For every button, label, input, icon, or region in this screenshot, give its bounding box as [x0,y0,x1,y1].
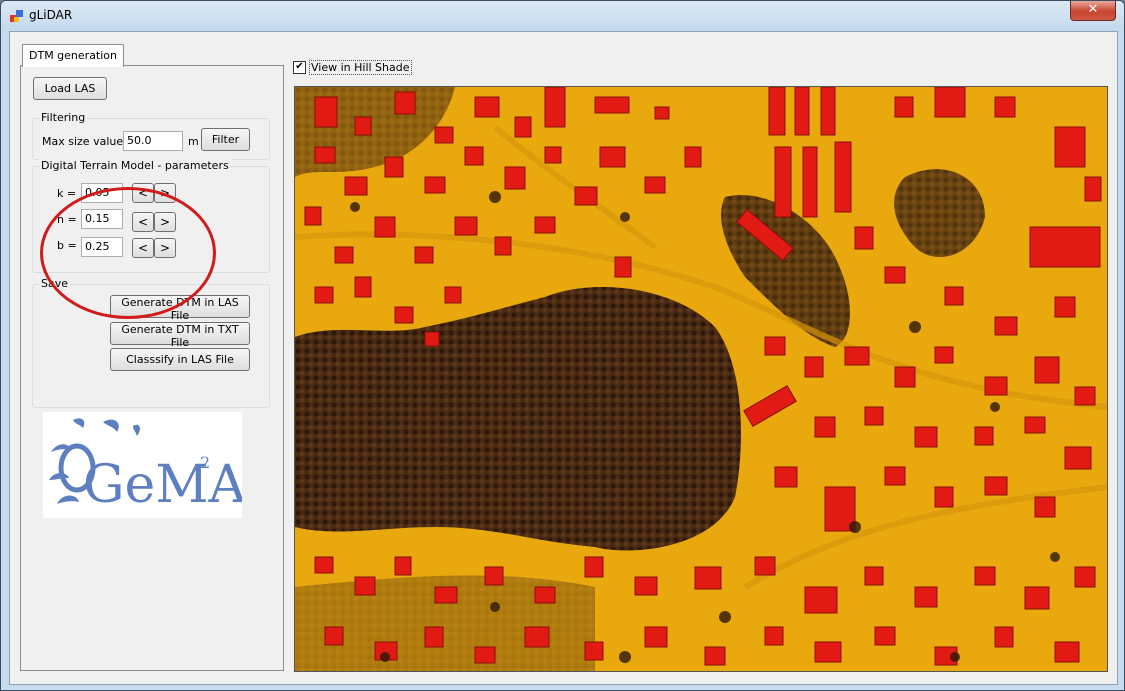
param-k-decrement[interactable]: < [132,183,154,203]
param-b-input[interactable]: 0.25 [81,237,123,257]
param-n-increment[interactable]: > [154,212,176,232]
filtering-group-label: Filtering [39,111,88,124]
lidar-map-image [295,87,1107,671]
lidar-map-view[interactable] [294,86,1108,672]
load-las-button[interactable]: Load LAS [33,77,107,100]
hill-shade-checkbox[interactable]: ✔ [293,61,306,74]
logo-text: GeMA [83,455,242,515]
filter-button[interactable]: Filter [201,128,250,151]
gema-logo: GeMA 2 [43,412,248,518]
window-title: gLiDAR [29,8,73,22]
param-b-increment[interactable]: > [154,238,176,258]
tab-dtm-generation[interactable]: DTM generation [22,44,124,67]
param-k-input[interactable]: 0.05 [81,183,123,203]
param-n-input[interactable]: 0.15 [81,209,123,229]
app-icon [10,10,23,22]
param-n-decrement[interactable]: < [132,212,154,232]
title-bar[interactable]: gLiDAR ✕ [1,1,1124,31]
max-size-label: Max size value [42,135,124,148]
dtm-parameters-label: Digital Terrain Model - parameters [39,159,231,172]
param-k-increment[interactable]: > [154,183,176,203]
generate-dtm-txt-button[interactable]: Generate DTM in TXT File [110,322,250,349]
dtm-parameters-group: Digital Terrain Model - parameters k = 0… [32,159,270,273]
hill-shade-label[interactable]: View in Hill Shade [309,60,412,75]
classify-las-button[interactable]: Classsify in LAS File [110,348,250,371]
save-group: Save Generate DTM in LAS File Generate D… [32,277,270,408]
param-n-label: n = [57,213,77,226]
param-b-label: b = [57,239,77,252]
generate-dtm-las-button[interactable]: Generate DTM in LAS File [110,295,250,322]
close-button[interactable]: ✕ [1070,1,1116,21]
logo-superscript: 2 [200,453,210,472]
param-b-decrement[interactable]: < [132,238,154,258]
max-size-input[interactable]: 50.0 [123,131,183,151]
unit-label: m [188,135,199,148]
param-k-label: k = [57,187,77,200]
filtering-group: Filtering Max size value 50.0 m Filter [32,111,270,160]
client-area: DTM generation Load LAS Filtering Max si… [9,31,1118,685]
app-window: gLiDAR ✕ DTM generation Load LAS Filteri… [0,0,1125,691]
save-group-label: Save [39,277,71,290]
dtm-panel: Load LAS Filtering Max size value 50.0 m… [20,65,284,671]
